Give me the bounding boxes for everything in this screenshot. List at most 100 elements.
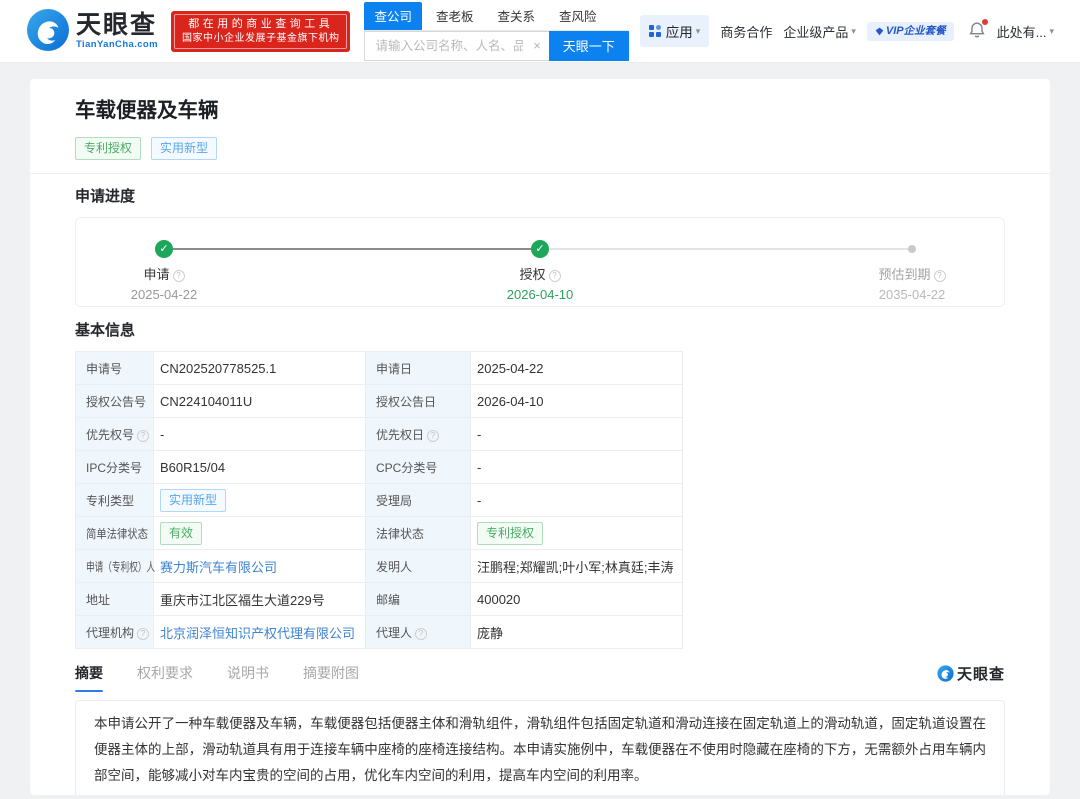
simple-legal-status: 有效	[153, 516, 366, 550]
slogan-line1: 都在用的商业查询工具	[188, 17, 334, 30]
table-row: 优先权号? - 优先权日? -	[75, 417, 683, 451]
clear-icon[interactable]: ×	[533, 38, 541, 54]
cpc-class: -	[470, 450, 683, 484]
help-icon[interactable]: ?	[172, 270, 185, 282]
row-label: 简单法律状态	[75, 516, 154, 550]
help-icon[interactable]: ?	[427, 429, 440, 442]
search-tab-boss[interactable]: 查老板	[436, 2, 474, 30]
tab-abstract-figure[interactable]: 摘要附图	[303, 663, 359, 692]
tianyancha-bird-icon	[937, 665, 954, 682]
status-badge-grant: 专利授权	[75, 137, 142, 160]
grant-publication-date: 2026-04-10	[470, 384, 683, 418]
progress-timeline: ✓ ✓ 申请? 2025-04-22 授权? 2026-04-10 预估到期? …	[75, 217, 1005, 307]
brand-domain: TianYanCha.com	[76, 39, 158, 50]
row-label: 代理人?	[365, 615, 471, 649]
row-label: 申请（专利权）人	[75, 549, 155, 583]
step-date: 2026-04-10	[506, 287, 574, 302]
help-icon[interactable]: ?	[933, 270, 946, 282]
check-icon: ✓	[531, 240, 549, 258]
table-row: 授权公告号 CN224104011U 授权公告日 2026-04-10	[75, 384, 683, 418]
vip-package-button[interactable]: VIP 企业套餐	[866, 21, 954, 41]
table-row: 简单法律状态 有效 法律状态 专利授权	[75, 516, 683, 550]
valid-badge: 有效	[160, 521, 203, 545]
notification-bell-icon[interactable]	[968, 18, 988, 42]
applicant-company-link[interactable]: 赛力斯汽车有限公司	[160, 560, 277, 575]
search-button[interactable]: 天眼一下	[548, 30, 629, 61]
search-tab-risk[interactable]: 查风险	[559, 2, 597, 30]
ipc-class: B60R15/04	[153, 450, 366, 484]
row-label: 授权公告日	[365, 384, 471, 418]
section-heading-basic-info: 基本信息	[75, 322, 136, 339]
nav-enterprise-products[interactable]: 企业级产品 ▾	[783, 22, 856, 41]
timeline-step-apply: 申请? 2025-04-22	[84, 264, 244, 302]
row-label: 受理局	[365, 483, 471, 517]
slogan-badge: 都在用的商业查询工具 国家中小企业发展子基金旗下机构	[170, 10, 351, 52]
slogan-line2: 国家中小企业发展子基金旗下机构	[181, 32, 340, 44]
patent-type: 实用新型	[153, 483, 366, 517]
status-badge-type: 实用新型	[151, 137, 218, 160]
applicant: 赛力斯汽车有限公司	[153, 549, 366, 583]
table-row: IPC分类号 B60R15/04 CPC分类号 -	[75, 450, 683, 484]
legal-status: 专利授权	[470, 516, 683, 550]
tianyancha-logo[interactable]: 天眼查 TianYanCha.com	[26, 8, 158, 55]
vip-gem-icon	[875, 27, 884, 35]
agency: 北京润泽恒知识产权代理有限公司	[153, 615, 366, 649]
timeline-step-grant: 授权? 2026-04-10	[460, 264, 620, 302]
application-number: CN202520778525.1	[153, 351, 366, 385]
table-row: 申请号 CN202520778525.1 申请日 2025-04-22	[75, 351, 683, 385]
tianyancha-bird-icon	[26, 8, 70, 55]
tab-abstract[interactable]: 摘要	[75, 663, 103, 692]
page-body: 车载便器及车辆 专利授权 实用新型 申请进度 ✓ ✓ 申请? 2025-04-2…	[0, 63, 1080, 795]
row-label: 优先权号?	[75, 417, 154, 451]
search-input[interactable]	[364, 30, 549, 61]
user-menu[interactable]: 此处有... ▾	[997, 22, 1054, 41]
table-row: 代理机构? 北京润泽恒知识产权代理有限公司 代理人? 庞静	[75, 615, 683, 649]
row-label: 申请号	[75, 351, 154, 385]
watermark-brand: 天眼查	[937, 663, 1005, 684]
search-tab-relation[interactable]: 查关系	[498, 2, 536, 30]
help-icon[interactable]: ?	[137, 627, 150, 640]
row-label: CPC分类号	[365, 450, 471, 484]
check-icon: ✓	[155, 240, 173, 258]
row-label: 申请日	[365, 351, 471, 385]
apps-menu[interactable]: 应用 ▾	[639, 15, 710, 47]
step-date: 2035-04-22	[878, 287, 946, 302]
navbar-right: 应用 ▾ 商务合作 企业级产品 ▾ VIP 企业套餐 此处有... ▾	[629, 15, 1054, 47]
search-tab-company[interactable]: 查公司	[364, 1, 422, 30]
notification-dot	[981, 18, 988, 25]
section-heading-progress: 申请进度	[75, 188, 136, 205]
agency-link[interactable]: 北京润泽恒知识产权代理有限公司	[160, 626, 355, 641]
timeline-segment-pending	[540, 248, 912, 250]
priority-date: -	[470, 417, 683, 451]
chevron-down-icon: ▾	[1049, 25, 1054, 36]
table-row: 地址 重庆市江北区福生大道229号 邮编 400020	[75, 582, 683, 616]
row-label: 代理机构?	[75, 615, 154, 649]
row-label: 优先权日?	[365, 417, 471, 451]
postcode: 400020	[470, 582, 683, 616]
chevron-down-icon: ▾	[851, 25, 856, 36]
tab-description[interactable]: 说明书	[227, 663, 269, 692]
help-icon[interactable]: ?	[415, 627, 428, 640]
row-label: 发明人	[365, 549, 471, 583]
step-date: 2025-04-22	[130, 287, 198, 302]
priority-number: -	[153, 417, 366, 451]
timeline-step-expiry: 预估到期? 2035-04-22	[832, 264, 992, 302]
tab-claims[interactable]: 权利要求	[137, 663, 193, 692]
abstract-panel: 本申请公开了一种车载便器及车辆，车载便器包括便器主体和滑轨组件，滑轨组件包括固定…	[75, 700, 1005, 795]
granted-badge: 专利授权	[477, 521, 544, 545]
nav-business-cooperation[interactable]: 商务合作	[720, 22, 772, 41]
patent-type-badge: 实用新型	[160, 488, 227, 512]
app-grid-icon	[648, 25, 661, 37]
row-label: 专利类型	[75, 483, 154, 517]
application-date: 2025-04-22	[470, 351, 683, 385]
search-tabs: 查公司 查老板 查关系 查风险	[364, 1, 629, 31]
page-title: 车载便器及车辆	[75, 99, 219, 122]
agent: 庞静	[470, 615, 683, 649]
table-row: 专利类型 实用新型 受理局 -	[75, 483, 683, 517]
help-icon[interactable]: ?	[548, 270, 561, 282]
divider	[30, 173, 1050, 174]
help-icon[interactable]: ?	[137, 429, 150, 442]
patent-detail-card: 车载便器及车辆 专利授权 实用新型 申请进度 ✓ ✓ 申请? 2025-04-2…	[30, 79, 1050, 795]
apps-label: 应用	[665, 25, 693, 40]
grant-publication-number: CN224104011U	[153, 384, 366, 418]
